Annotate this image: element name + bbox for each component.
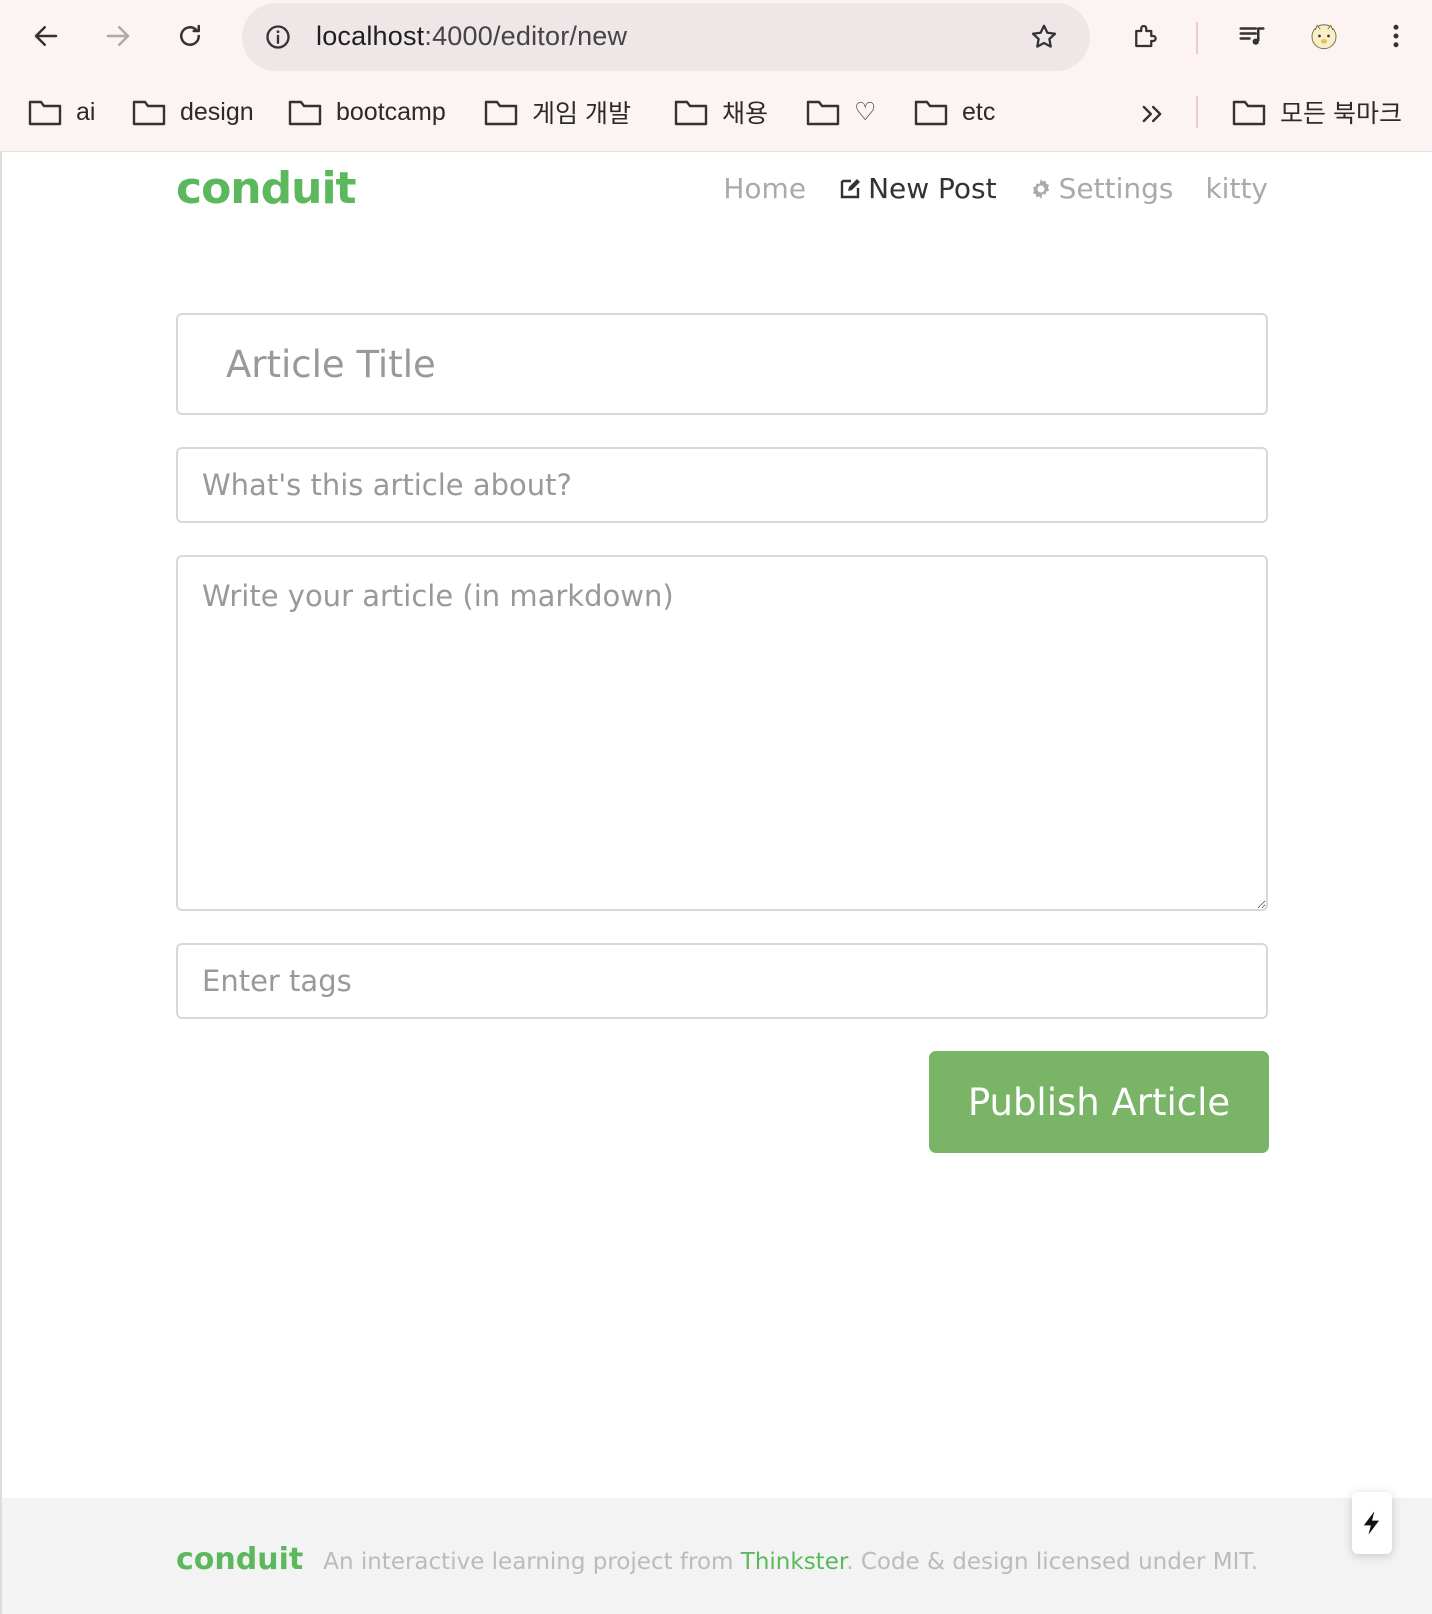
folder-icon (674, 100, 708, 126)
article-title-input[interactable] (176, 313, 1268, 415)
queue-music-icon (1239, 27, 1265, 45)
all-bookmarks-folder[interactable]: 모든 북마크 (1232, 90, 1402, 134)
profile-avatar[interactable] (1300, 12, 1348, 60)
bookmark-label: ♡ (854, 98, 877, 126)
bookmark-folder[interactable]: ai (28, 90, 95, 134)
bookmarks-overflow-button[interactable] (1134, 96, 1170, 132)
bookmark-folder[interactable]: etc (914, 90, 995, 134)
browser-chrome: localhost:4000/editor/new ai design boot… (0, 0, 1432, 152)
footer-attribution: An interactive learning project from Thi… (323, 1549, 1258, 1575)
reload-icon (180, 24, 200, 46)
article-tags-input[interactable] (176, 943, 1268, 1019)
article-description-input[interactable] (176, 447, 1268, 523)
bookmark-star-icon[interactable] (1026, 19, 1062, 55)
nav-new-post-link[interactable]: New Post (838, 172, 997, 205)
arrow-right-icon (106, 26, 130, 46)
article-editor-form (176, 313, 1268, 1019)
nav-home-label: Home (723, 172, 807, 205)
folder-icon (914, 100, 948, 126)
reload-button[interactable] (166, 12, 214, 60)
media-control-button[interactable] (1228, 12, 1276, 60)
footer-text: An interactive learning project from (323, 1549, 741, 1575)
back-button[interactable] (22, 12, 70, 60)
extensions-button[interactable] (1121, 12, 1169, 60)
address-bar[interactable]: localhost:4000/editor/new (242, 3, 1090, 71)
url-text[interactable]: localhost:4000/editor/new (316, 21, 627, 52)
folder-icon (484, 100, 518, 126)
site-info-icon[interactable] (260, 19, 296, 55)
bookmarks-separator (1196, 96, 1198, 128)
nav-links: Home New Post Settings kitty (723, 172, 1268, 205)
nav-settings-link[interactable]: Settings (1029, 172, 1174, 205)
brand-logo[interactable]: conduit (176, 163, 357, 214)
footer-content: conduit An interactive learning project … (176, 1542, 1258, 1577)
footer-brand[interactable]: conduit (176, 1542, 303, 1577)
double-chevron-right-icon (1142, 105, 1162, 123)
bookmark-label: 게임 개발 (532, 100, 631, 128)
nav-profile-link[interactable]: kitty (1205, 172, 1268, 205)
url-path: :4000/editor/new (424, 21, 628, 51)
footer-text: . Code & design licensed under MIT. (846, 1549, 1259, 1575)
thinkster-link[interactable]: Thinkster (741, 1549, 846, 1575)
bookmark-folder[interactable]: 게임 개발 (484, 90, 631, 134)
forward-button[interactable] (94, 12, 142, 60)
folder-icon (806, 100, 840, 126)
folder-icon (28, 100, 62, 126)
avatar-icon (1311, 24, 1337, 50)
bookmark-label: 채용 (722, 100, 769, 128)
bookmark-folder[interactable]: bootcamp (288, 90, 446, 134)
folder-icon (1232, 100, 1266, 126)
navbar: conduit Home New Post Settings kitty (176, 152, 1268, 228)
bookmark-label: ai (76, 97, 96, 126)
footer: conduit An interactive learning project … (2, 1498, 1432, 1614)
dev-tools-indicator[interactable] (1352, 1492, 1392, 1554)
gear-icon (1032, 178, 1049, 199)
bookmark-label: etc (962, 97, 996, 126)
bookmark-label: bootcamp (336, 97, 446, 126)
bookmarks-bar: ai design bootcamp 게임 개발 채용 ♡ etc 모든 북마크 (0, 76, 1432, 152)
edit-icon (840, 178, 861, 198)
nav-new-post-label: New Post (868, 172, 997, 205)
nav-username: kitty (1205, 172, 1268, 205)
bookmark-label: design (180, 97, 254, 126)
publish-article-button[interactable]: Publish Article (929, 1051, 1269, 1153)
lightning-bolt-icon (1363, 1511, 1379, 1535)
more-vert-icon (1393, 24, 1399, 48)
bookmark-folder[interactable]: ♡ (806, 90, 876, 134)
arrow-left-icon (34, 26, 58, 46)
bookmark-folder[interactable]: 채용 (674, 90, 768, 134)
nav-settings-label: Settings (1058, 172, 1174, 205)
browser-menu-button[interactable] (1372, 12, 1420, 60)
browser-toolbar: localhost:4000/editor/new (0, 0, 1432, 76)
folder-icon (288, 100, 322, 126)
puzzle-icon (1135, 24, 1157, 48)
bookmark-folder[interactable]: design (132, 90, 254, 134)
article-body-textarea[interactable] (176, 555, 1268, 911)
toolbar-separator (1196, 22, 1198, 54)
page-viewport: conduit Home New Post Settings kitty Pub… (0, 152, 1432, 1614)
nav-home-link[interactable]: Home (723, 172, 806, 205)
url-host: localhost (316, 21, 425, 51)
bookmark-label: 모든 북마크 (1280, 100, 1402, 128)
folder-icon (132, 100, 166, 126)
